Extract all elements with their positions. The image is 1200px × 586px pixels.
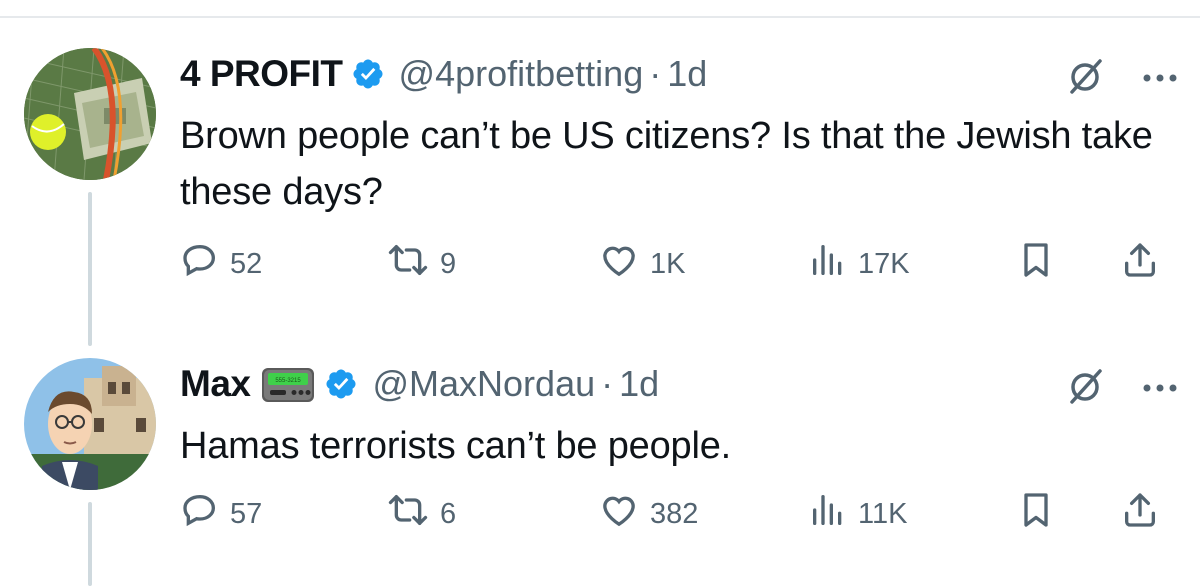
reply-icon	[180, 240, 220, 288]
heart-icon	[598, 240, 640, 288]
tweet[interactable]: 4 PROFIT @4profitbetting · 1d Brown peop…	[0, 40, 1200, 346]
timestamp[interactable]: 1d	[667, 53, 707, 95]
more-icon[interactable]	[1142, 70, 1178, 88]
retweet-button[interactable]: 6	[386, 490, 456, 538]
share-button[interactable]	[1120, 240, 1160, 288]
timestamp[interactable]: 1d	[619, 363, 659, 405]
tweet-text: Brown people can’t be US citizens? Is th…	[180, 115, 1153, 213]
share-icon	[1120, 490, 1160, 538]
display-name[interactable]: Max	[180, 363, 251, 405]
user-handle[interactable]: @4profitbetting	[399, 53, 644, 95]
reply-count: 52	[230, 247, 263, 280]
heart-icon	[598, 490, 640, 538]
like-count: 1K	[650, 247, 686, 280]
thread-line	[88, 192, 92, 346]
avatar[interactable]	[24, 48, 156, 180]
separator-dot: ·	[601, 363, 614, 404]
reply-button[interactable]: 52	[180, 240, 262, 288]
bookmark-button[interactable]	[1016, 240, 1056, 288]
display-name[interactable]: 4 PROFIT	[180, 53, 343, 95]
pager-emoji-icon: 555-3215	[260, 364, 316, 404]
tweet-text: Hamas terrorists can’t be people.	[180, 425, 731, 467]
thread-line	[88, 502, 92, 586]
verified-badge-icon[interactable]	[351, 57, 385, 91]
like-count: 382	[650, 497, 699, 530]
retweet-icon	[386, 490, 430, 538]
top-divider	[0, 16, 1200, 18]
views-button[interactable]: 11K	[808, 490, 907, 538]
view-count: 11K	[858, 497, 908, 530]
retweet-button[interactable]: 9	[386, 240, 456, 288]
view-count: 17K	[858, 247, 910, 280]
grok-icon[interactable]	[1068, 368, 1104, 409]
share-icon	[1120, 240, 1160, 288]
tweet-header: Max 555-3215 @MaxNordau · 1d	[180, 360, 659, 408]
more-icon[interactable]	[1142, 380, 1178, 398]
action-bar: 52 9 1K 17K	[180, 240, 1180, 288]
share-button[interactable]	[1120, 490, 1160, 538]
action-bar: 57 6 382 11K	[180, 490, 1180, 538]
retweet-icon	[386, 240, 430, 288]
views-button[interactable]: 17K	[808, 240, 910, 288]
bookmark-button[interactable]	[1016, 490, 1056, 538]
grok-icon[interactable]	[1068, 58, 1104, 99]
tweet-header: 4 PROFIT @4profitbetting · 1d	[180, 50, 707, 98]
like-button[interactable]: 1K	[598, 240, 685, 288]
separator-dot: ·	[649, 53, 662, 94]
views-icon	[808, 490, 848, 538]
verified-badge-icon[interactable]	[324, 367, 358, 401]
retweet-count: 6	[440, 497, 457, 530]
bookmark-icon	[1016, 490, 1056, 538]
reply-count: 57	[230, 497, 263, 530]
like-button[interactable]: 382	[598, 490, 698, 538]
pager-display-text: 555-3215	[276, 378, 302, 384]
reply-button[interactable]: 57	[180, 490, 262, 538]
retweet-count: 9	[440, 247, 457, 280]
bookmark-icon	[1016, 240, 1056, 288]
views-icon	[808, 240, 848, 288]
user-handle[interactable]: @MaxNordau	[372, 363, 595, 405]
avatar[interactable]	[24, 358, 156, 490]
reply-icon	[180, 490, 220, 538]
tweet[interactable]: Max 555-3215 @MaxNordau · 1d Hamas terro…	[0, 350, 1200, 586]
